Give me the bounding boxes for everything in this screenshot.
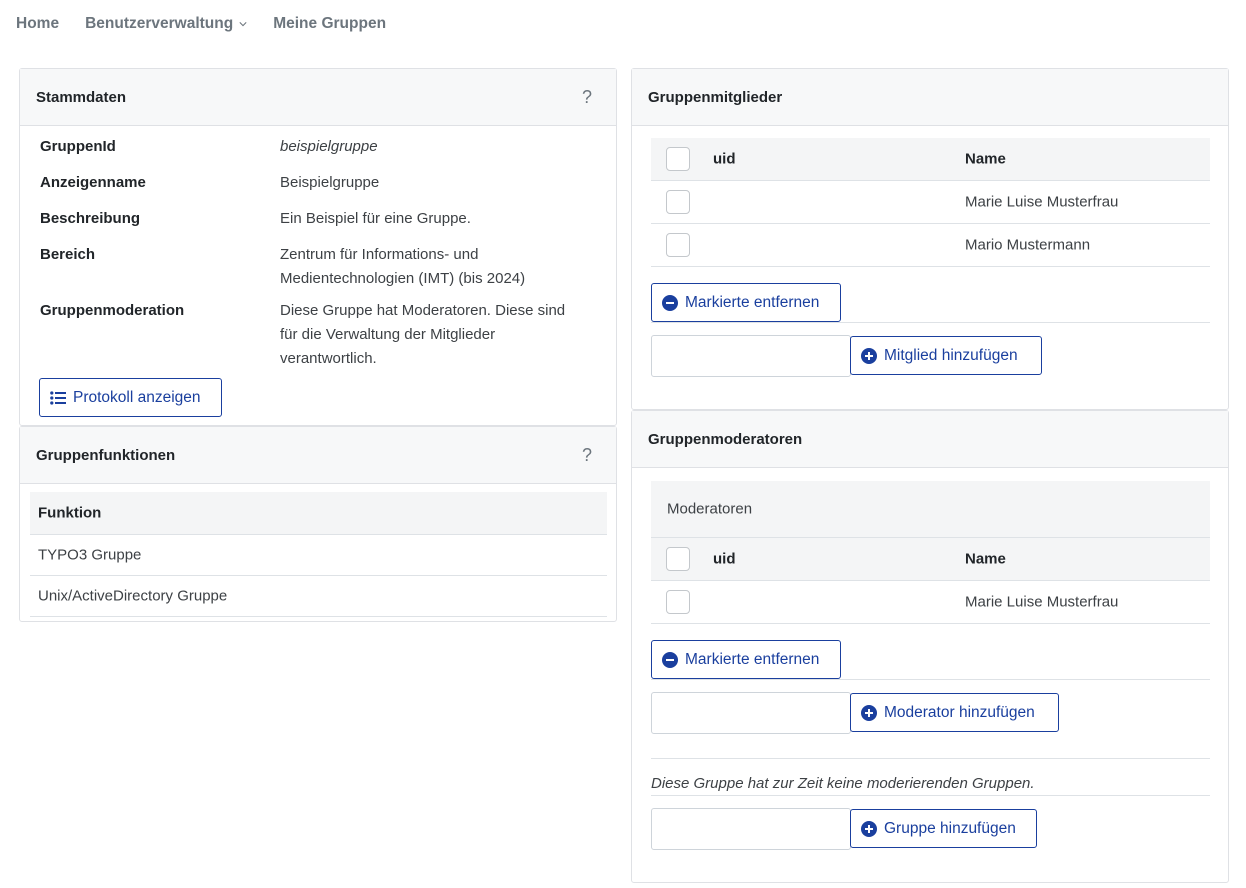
protokoll-anzeigen-button[interactable]: Protokoll anzeigen xyxy=(39,378,222,417)
name-cell: Marie Luise Musterfrau xyxy=(965,193,1119,211)
kv-value-line: verantwortlich. xyxy=(280,350,377,367)
kv-key: Gruppenmoderation xyxy=(40,302,185,319)
kv-value-line: Medientechnologien (IMT) (bis 2024) xyxy=(280,270,526,287)
kv-row-gruppenid: GruppenId beispielgruppe xyxy=(40,135,378,159)
kv-row-gruppenmoderation: Gruppenmoderation Diese Gruppe hat Moder… xyxy=(40,299,565,367)
moderator-input[interactable] xyxy=(651,692,851,734)
kv-value-line: Diese Gruppe hat Moderatoren. Diese sind xyxy=(280,302,566,319)
button-label: Markierte entfernen xyxy=(685,293,820,311)
kv-value: beispielgruppe xyxy=(280,138,378,155)
table-row: Unix/ActiveDirectory Gruppe xyxy=(30,576,607,617)
moderatoren-section-header: Moderatoren xyxy=(651,481,1210,538)
column-header-name: Name xyxy=(965,550,1006,568)
column-header-funktion: Funktion xyxy=(38,504,102,522)
gruppenmitglieder-card: Gruppenmitglieder uid Name Marie Luise M… xyxy=(631,68,1229,410)
divider xyxy=(651,758,1210,759)
divider xyxy=(651,795,1210,796)
table-row: TYPO3 Gruppe xyxy=(30,535,607,576)
nav-home-link[interactable]: Home xyxy=(16,15,59,33)
nav-meine-gruppen-link[interactable]: Meine Gruppen xyxy=(273,15,386,33)
stammdaten-card: Stammdaten ? GruppenId beispielgruppe An… xyxy=(19,68,617,426)
column-header-name: Name xyxy=(965,150,1006,168)
kv-value-line: Zentrum für Informations- und xyxy=(280,246,479,263)
kv-key: GruppenId xyxy=(40,138,116,155)
list-icon xyxy=(50,390,66,405)
row-checkbox[interactable] xyxy=(666,190,690,214)
gruppenmoderatoren-header: Gruppenmoderatoren xyxy=(632,411,1228,468)
kv-value: Zentrum für Informations- und Medientech… xyxy=(280,243,600,291)
plus-circle-icon xyxy=(861,347,877,364)
moderatoren-markierte-entfernen-button[interactable]: Markierte entfernen xyxy=(651,640,841,679)
column-header-uid: uid xyxy=(713,550,736,568)
row-checkbox[interactable] xyxy=(666,233,690,257)
kv-value: Diese Gruppe hat Moderatoren. Diese sind… xyxy=(280,299,600,371)
button-label: Gruppe hinzufügen xyxy=(884,819,1016,837)
plus-circle-icon xyxy=(861,704,877,721)
divider xyxy=(651,322,1210,323)
moderatoren-section-title: Moderatoren xyxy=(667,500,753,518)
button-label: Protokoll anzeigen xyxy=(73,388,201,406)
gruppe-input[interactable] xyxy=(651,808,851,850)
column-header-uid: uid xyxy=(713,150,736,168)
moderatoren-table: Moderatoren uid Name Marie Luise Musterf… xyxy=(651,481,1210,624)
nav-benutzerverwaltung-dropdown[interactable]: Benutzerverwaltung xyxy=(85,15,247,33)
gruppenfunktionen-title: Gruppenfunktionen xyxy=(36,446,176,464)
minus-circle-icon xyxy=(662,294,678,311)
mitglied-input[interactable] xyxy=(651,335,851,377)
minus-circle-icon xyxy=(662,651,678,668)
gruppenmoderatoren-card: Gruppenmoderatoren Moderatoren uid Name … xyxy=(631,410,1229,883)
select-all-checkbox[interactable] xyxy=(666,547,690,571)
stammdaten-help-icon[interactable]: ? xyxy=(582,87,592,108)
gruppenmoderatoren-title: Gruppenmoderatoren xyxy=(648,430,803,448)
mitglied-hinzufuegen-button[interactable]: Mitglied hinzufügen xyxy=(850,336,1042,375)
table-header-row: uid Name xyxy=(651,538,1210,581)
name-cell: Marie Luise Musterfrau xyxy=(965,593,1119,611)
kv-row-beschreibung: Beschreibung Ein Beispiel für eine Grupp… xyxy=(40,207,471,231)
chevron-down-icon xyxy=(239,22,247,27)
funktion-cell: TYPO3 Gruppe xyxy=(38,546,142,564)
button-label: Mitglied hinzufügen xyxy=(884,346,1018,364)
kv-row-anzeigenname: Anzeigenname Beispielgruppe xyxy=(40,171,379,195)
name-cell: Mario Mustermann xyxy=(965,236,1091,254)
row-checkbox[interactable] xyxy=(666,590,690,614)
mitglieder-table: uid Name Marie Luise Musterfrau Mario Mu… xyxy=(651,138,1210,267)
kv-value: Ein Beispiel für eine Gruppe. xyxy=(280,210,471,227)
kv-row-bereich: Bereich Zentrum für Informations- und Me… xyxy=(40,243,525,287)
divider xyxy=(651,679,1210,680)
table-row: Marie Luise Musterfrau xyxy=(651,581,1210,624)
table-row: Marie Luise Musterfrau xyxy=(651,181,1210,224)
table-row: Mario Mustermann xyxy=(651,224,1210,267)
mitglieder-markierte-entfernen-button[interactable]: Markierte entfernen xyxy=(651,283,841,322)
button-label: Markierte entfernen xyxy=(685,650,820,668)
plus-circle-icon xyxy=(861,820,877,837)
gruppenmitglieder-header: Gruppenmitglieder xyxy=(632,69,1228,126)
funktion-cell: Unix/ActiveDirectory Gruppe xyxy=(38,587,228,605)
kv-value: Beispielgruppe xyxy=(280,174,380,191)
kv-key: Anzeigenname xyxy=(40,174,146,191)
gruppenmitglieder-title: Gruppenmitglieder xyxy=(648,88,783,106)
no-moderating-groups-note: Diese Gruppe hat zur Zeit keine moderier… xyxy=(651,775,1035,792)
stammdaten-header: Stammdaten ? xyxy=(20,69,616,126)
nav-benutzerverwaltung-label: Benutzerverwaltung xyxy=(85,15,234,32)
kv-key: Beschreibung xyxy=(40,210,141,227)
kv-key: Bereich xyxy=(40,246,96,263)
gruppenfunktionen-header: Gruppenfunktionen ? xyxy=(20,427,616,484)
stammdaten-title: Stammdaten xyxy=(36,88,127,106)
funktion-table-header: Funktion xyxy=(30,492,607,535)
kv-value-line: für die Verwaltung der Mitglieder xyxy=(280,326,496,343)
table-header-row: uid Name xyxy=(651,138,1210,181)
button-label: Moderator hinzufügen xyxy=(884,703,1035,721)
gruppenfunktionen-help-icon[interactable]: ? xyxy=(582,445,592,466)
top-navigation: Home Benutzerverwaltung Meine Gruppen xyxy=(16,12,412,36)
moderator-hinzufuegen-button[interactable]: Moderator hinzufügen xyxy=(850,693,1059,732)
select-all-checkbox[interactable] xyxy=(666,147,690,171)
gruppe-hinzufuegen-button[interactable]: Gruppe hinzufügen xyxy=(850,809,1037,848)
gruppenfunktionen-card: Gruppenfunktionen ? Funktion TYPO3 Grupp… xyxy=(19,426,617,622)
